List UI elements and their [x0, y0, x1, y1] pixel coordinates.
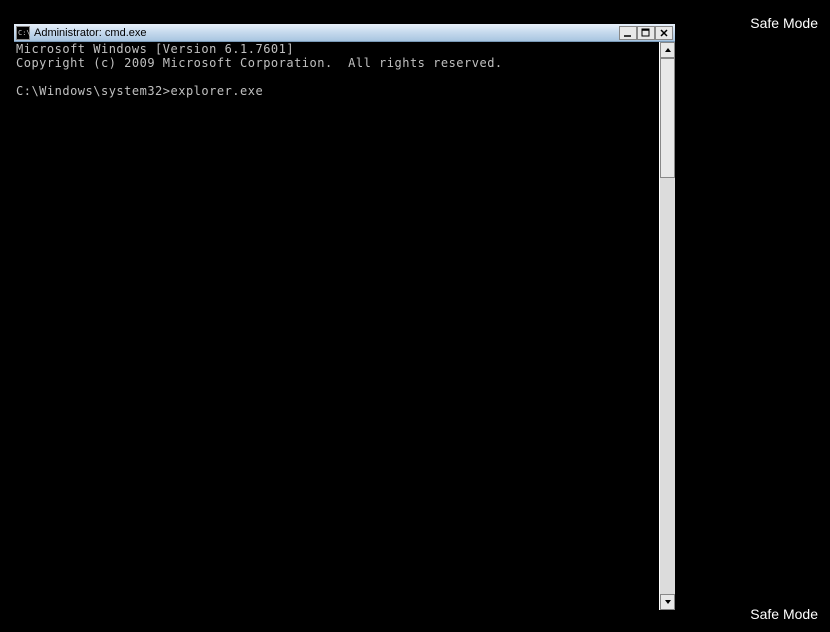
vertical-scrollbar[interactable] [659, 42, 675, 610]
cmd-window: C:\ Administrator: cmd.exe Microsoft Win… [13, 23, 676, 611]
titlebar[interactable]: C:\ Administrator: cmd.exe [14, 24, 675, 42]
window-controls [619, 26, 673, 40]
maximize-button[interactable] [637, 26, 655, 40]
safe-mode-label-bottom: Safe Mode [750, 606, 818, 622]
console-line: Microsoft Windows [Version 6.1.7601] [16, 42, 294, 56]
scroll-track[interactable] [660, 58, 675, 594]
close-button[interactable] [655, 26, 673, 40]
window-title: Administrator: cmd.exe [34, 27, 619, 39]
safe-mode-label-top: Safe Mode [750, 15, 818, 31]
console-line: Copyright (c) 2009 Microsoft Corporation… [16, 56, 503, 70]
scroll-down-button[interactable] [660, 594, 675, 610]
scroll-up-button[interactable] [660, 42, 675, 58]
console-body: Microsoft Windows [Version 6.1.7601] Cop… [14, 42, 675, 610]
console-output[interactable]: Microsoft Windows [Version 6.1.7601] Cop… [14, 42, 659, 610]
console-command: explorer.exe [171, 84, 264, 98]
scroll-thumb[interactable] [660, 58, 675, 178]
cmd-icon: C:\ [16, 26, 30, 40]
console-prompt: C:\Windows\system32> [16, 84, 171, 98]
minimize-button[interactable] [619, 26, 637, 40]
